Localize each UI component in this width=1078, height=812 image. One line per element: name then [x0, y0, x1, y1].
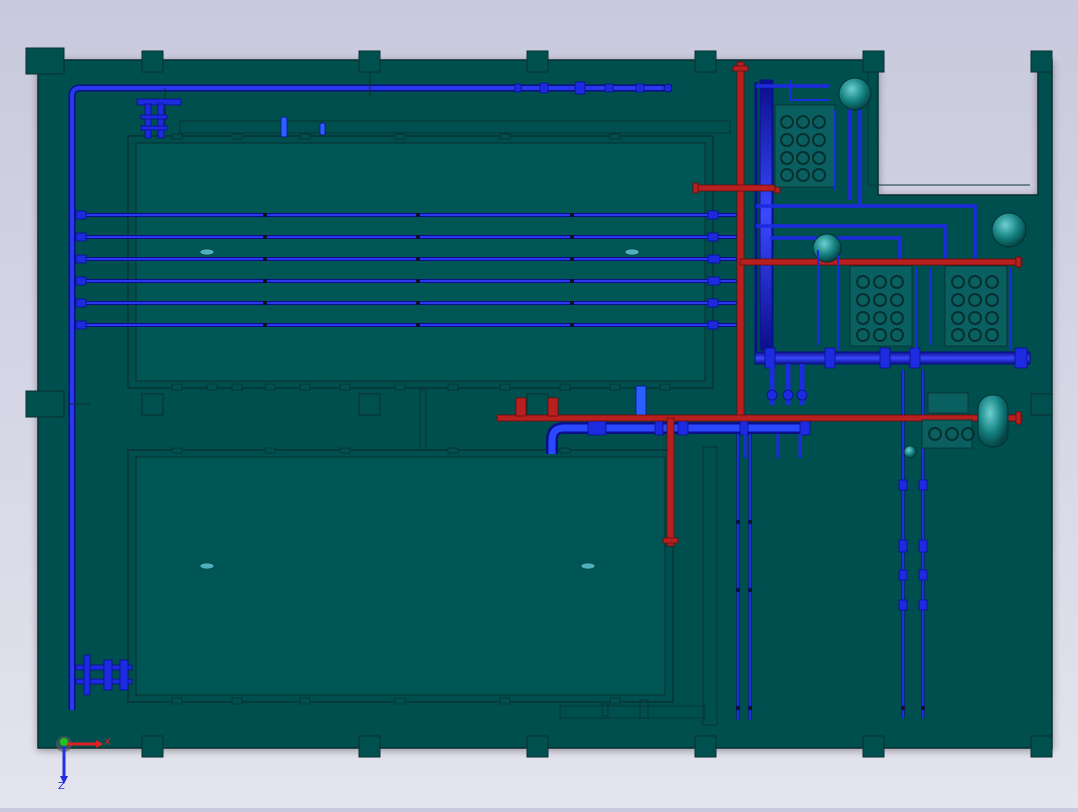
column — [358, 735, 381, 758]
valve[interactable] — [635, 83, 645, 93]
valve-manifold-bottom[interactable] — [75, 654, 133, 696]
column — [25, 47, 65, 75]
pressure-tank-right[interactable] — [991, 212, 1027, 248]
x-axis-label: X — [104, 737, 111, 748]
valve[interactable] — [604, 83, 614, 93]
valve[interactable] — [514, 83, 522, 93]
column — [141, 50, 164, 73]
valve[interactable] — [539, 82, 549, 94]
column — [358, 50, 381, 73]
column — [358, 393, 381, 416]
column — [141, 393, 164, 416]
lower-tank-basin[interactable] — [127, 446, 718, 726]
z-axis-label: Z — [58, 781, 65, 792]
column — [694, 50, 717, 73]
red-main-riser[interactable] — [736, 61, 745, 421]
filter-skid-right[interactable] — [944, 265, 1008, 347]
column — [694, 735, 717, 758]
cad-viewport[interactable]: X Z — [0, 0, 1078, 808]
column — [25, 390, 65, 418]
pipe-end-cap — [663, 83, 673, 93]
upper-tank-basin[interactable] — [127, 120, 731, 391]
filter-skid-upper[interactable] — [774, 104, 836, 188]
red-drop[interactable] — [666, 417, 675, 547]
lower-process-header[interactable] — [754, 351, 1031, 365]
column — [1030, 735, 1053, 758]
column — [1030, 393, 1053, 416]
column — [1030, 50, 1053, 73]
column — [526, 50, 549, 73]
column — [141, 735, 164, 758]
filter-skid-middle[interactable] — [849, 265, 913, 347]
red-header-middle[interactable] — [739, 258, 1023, 266]
pressure-tank-upper[interactable] — [838, 77, 872, 111]
cad-drawing-canvas[interactable]: X Z — [0, 0, 1078, 808]
main-riser-thick[interactable] — [759, 79, 773, 351]
column — [862, 50, 885, 73]
valve[interactable] — [574, 81, 586, 95]
column — [862, 735, 885, 758]
column — [526, 735, 549, 758]
y-axis-dot — [60, 738, 68, 746]
pressure-tank-lower[interactable] — [977, 394, 1009, 448]
red-header-upper[interactable] — [697, 184, 779, 192]
column — [526, 393, 549, 416]
